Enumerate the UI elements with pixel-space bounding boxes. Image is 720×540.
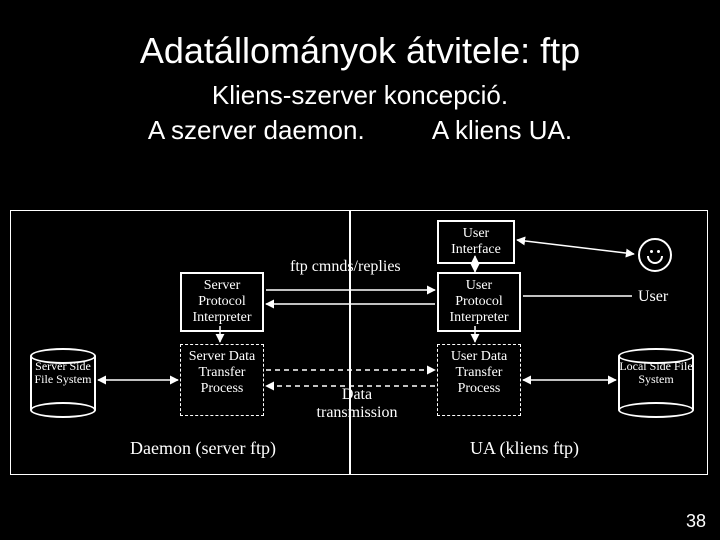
cylinder-server-fs: Server Side File System: [30, 348, 96, 418]
label-daemon: Daemon (server ftp): [130, 438, 276, 459]
server-group: [10, 210, 350, 475]
box-server-data-transfer: Server Data Transfer Process: [180, 344, 264, 416]
ftp-diagram: User Interface Server Protocol Interpret…: [10, 210, 710, 490]
label-user: User: [638, 288, 668, 306]
label-ftp-cmnds: ftp cmnds/replies: [290, 258, 401, 276]
subtitle: Kliens-szerver koncepció.: [0, 80, 720, 111]
page-number: 38: [686, 511, 706, 532]
box-server-protocol-interpreter: Server Protocol Interpreter: [180, 272, 264, 332]
label-data-transmission: Data transmission: [312, 386, 402, 422]
subtitle-line-2: A szerver daemon. A kliens UA.: [0, 115, 720, 146]
cylinder-local-fs: Local Side File System: [618, 348, 694, 418]
page-title: Adatállományok átvitele: ftp: [0, 0, 720, 72]
box-user-interface: User Interface: [437, 220, 515, 264]
smiley-icon: [638, 238, 672, 272]
box-user-data-transfer: User Data Transfer Process: [437, 344, 521, 416]
label-client-ua: A kliens UA.: [432, 115, 572, 146]
label-ua-client: UA (kliens ftp): [470, 438, 579, 459]
label-server-daemon: A szerver daemon.: [148, 115, 365, 146]
box-user-protocol-interpreter: User Protocol Interpreter: [437, 272, 521, 332]
